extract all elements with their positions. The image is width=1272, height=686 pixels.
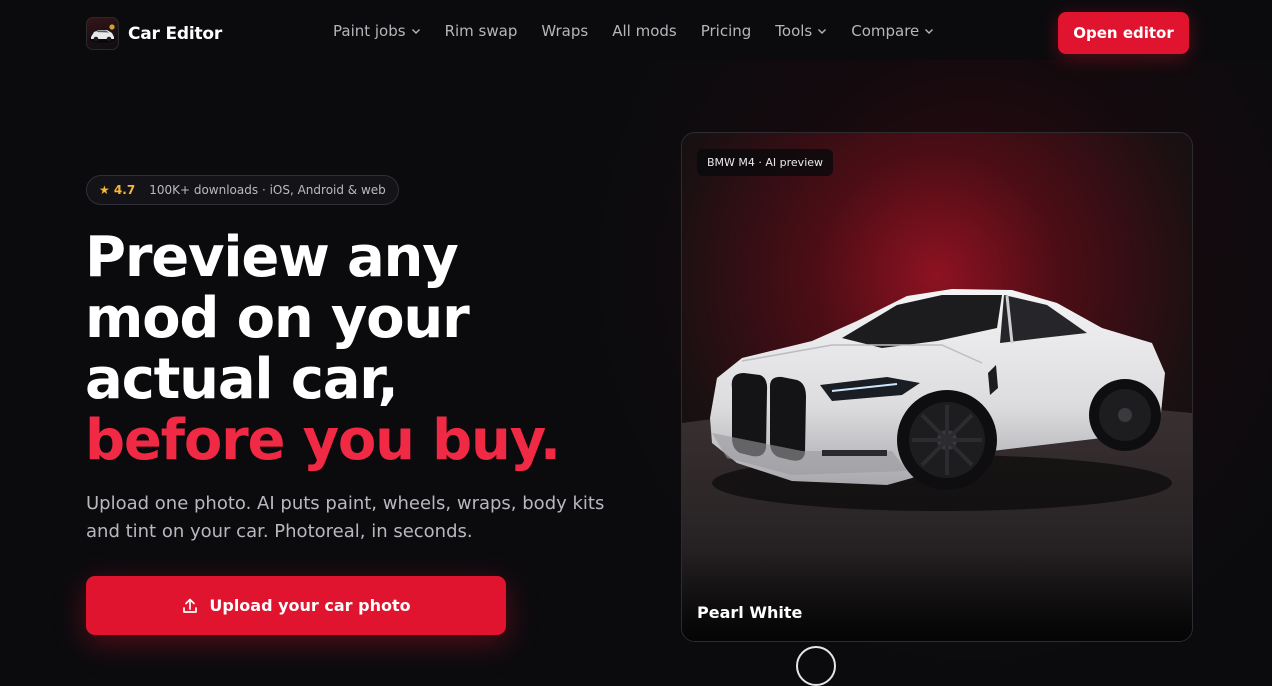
nav-rim-swap[interactable]: Rim swap (445, 22, 518, 40)
chevron-down-icon (411, 29, 420, 34)
chevron-down-icon (925, 29, 934, 34)
nav-tools-label: Tools (775, 22, 813, 40)
nav-wraps-label: Wraps (541, 22, 589, 40)
nav-pricing-label: Pricing (700, 22, 752, 40)
nav-compare[interactable]: Compare (851, 22, 934, 40)
main-nav: Paint jobs Rim swap Wraps All mods Prici… (333, 22, 934, 40)
rating-badge: ★ 4.7 100K+ downloads · iOS, Android & w… (86, 175, 399, 205)
headline-line-1: Preview any (85, 225, 459, 290)
car-preview-image (682, 133, 1192, 641)
upload-icon (183, 598, 198, 613)
hero-headline: Preview any mod on your actual car, befo… (85, 227, 665, 471)
brand-logo-link[interactable]: Car Editor (86, 17, 222, 50)
subcopy-line-1: Upload one photo. AI puts paint, wheels,… (86, 493, 605, 514)
rating-meta: 100K+ downloads · iOS, Android & web (149, 183, 386, 197)
top-navigation: Car Editor Paint jobs Rim swap Wraps All… (0, 0, 1272, 66)
car-logo-icon (86, 17, 119, 50)
nav-compare-label: Compare (851, 22, 920, 40)
nav-all-mods-label: All mods (612, 22, 677, 40)
nav-all-mods[interactable]: All mods (612, 22, 677, 40)
headline-accent: before you buy. (85, 408, 561, 473)
nav-paint-jobs-label: Paint jobs (333, 22, 406, 40)
brand-name: Car Editor (128, 23, 223, 44)
preview-model-tag: BMW M4 · AI preview (697, 149, 834, 176)
open-editor-button[interactable]: Open editor (1058, 12, 1189, 54)
chevron-down-icon (818, 29, 827, 34)
headline-line-2: mod on your (85, 286, 470, 351)
nav-tools[interactable]: Tools (775, 22, 827, 40)
headline-line-3: actual car, (85, 347, 399, 412)
hero-subcopy: Upload one photo. AI puts paint, wheels,… (86, 490, 626, 546)
upload-button-label: Upload your car photo (209, 596, 411, 615)
nav-rim-swap-label: Rim swap (444, 22, 518, 40)
carousel-indicator[interactable] (796, 646, 836, 686)
subcopy-line-2: and tint on your car. Photoreal, in seco… (86, 521, 473, 542)
preview-color-caption: Pearl White (697, 603, 803, 622)
car-preview-card[interactable]: BMW M4 · AI preview Pearl White (681, 132, 1193, 642)
nav-paint-jobs[interactable]: Paint jobs (333, 22, 421, 40)
upload-car-photo-button[interactable]: Upload your car photo (86, 576, 506, 635)
nav-wraps[interactable]: Wraps (541, 22, 588, 40)
rating-score: ★ 4.7 (99, 183, 136, 197)
nav-pricing[interactable]: Pricing (701, 22, 752, 40)
